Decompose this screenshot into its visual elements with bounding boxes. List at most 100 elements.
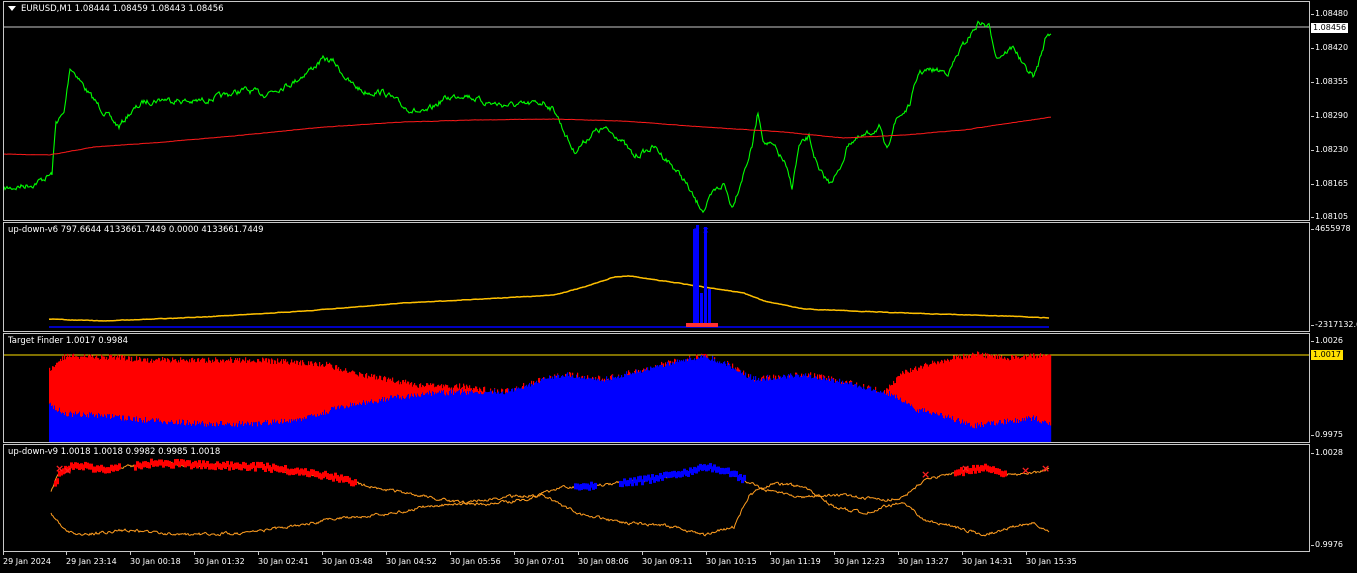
price-chart-svg <box>4 20 1309 214</box>
target-red-bar <box>582 375 584 379</box>
ind3-axis-top: 1.0028 <box>1311 448 1343 457</box>
target-red-bar <box>732 363 734 369</box>
target-red-bar <box>828 375 830 378</box>
time-axis-label: 30 Jan 13:27 <box>898 552 949 566</box>
ind1-axis-bottom: -2317132.6 <box>1310 320 1357 330</box>
target-finder-title: Target Finder 1.0017 0.9984 <box>8 336 129 346</box>
oscillator-line <box>48 275 1050 322</box>
target-red-bar <box>618 374 620 376</box>
target-red-bar <box>763 375 765 379</box>
up-down-v6-axis[interactable]: 4655978 -2317132.6 <box>1310 222 1357 332</box>
target-red-bar <box>494 388 496 390</box>
price-axis-label: 1.08480 <box>1310 9 1349 18</box>
main-chart-title: EURUSD,M1 1.08444 1.08459 1.08443 1.0845… <box>8 4 224 14</box>
price-axis-label: 1.08105 <box>1310 212 1349 221</box>
main-chart-pane[interactable]: EURUSD,M1 1.08444 1.08459 1.08443 1.0845… <box>3 1 1310 221</box>
target-red-bar <box>595 377 597 379</box>
target-red-bar <box>572 372 574 376</box>
cross-signal-marker: × <box>63 464 72 477</box>
target-red-bar <box>1050 355 1052 426</box>
target-red-bar <box>554 374 556 376</box>
up-down-v9-pane[interactable]: up-down-v9 1.0018 1.0018 0.9982 0.9985 1… <box>3 444 1310 552</box>
time-axis-label: 30 Jan 09:11 <box>642 552 693 566</box>
down-line <box>50 481 1050 537</box>
spike-cross-marker: × <box>702 226 710 236</box>
target-red-bar <box>851 380 853 383</box>
cross-signal-marker: × <box>1041 462 1050 475</box>
target-red-bar <box>550 376 552 378</box>
target-red-bar <box>663 363 665 368</box>
time-axis-label: 30 Jan 07:01 <box>514 552 565 566</box>
target-level-badge: 1.0017 <box>1311 350 1343 360</box>
dropdown-triangle-icon[interactable] <box>8 6 16 11</box>
time-axis[interactable]: 29 Jan 2024 29 Jan 23:14 30 Jan 00:18 30… <box>0 552 1310 573</box>
up-down-v9-svg: ×× × × × × <box>50 458 1050 537</box>
time-axis-label: 30 Jan 11:19 <box>770 552 821 566</box>
target-red-bar <box>599 376 601 381</box>
price-axis-label: 1.08290 <box>1310 111 1349 120</box>
time-axis-label: 30 Jan 05:56 <box>450 552 501 566</box>
time-axis-label: 30 Jan 08:06 <box>578 552 629 566</box>
target-red-bar <box>863 383 865 387</box>
target-blue-bar <box>1050 425 1052 442</box>
time-axis-label: 30 Jan 04:52 <box>386 552 437 566</box>
time-axis-label: 30 Jan 10:15 <box>706 552 757 566</box>
target-red-bar <box>773 374 775 379</box>
target-red-bar <box>516 386 518 388</box>
up-down-v9-title: up-down-v9 1.0018 1.0018 0.9982 0.9985 1… <box>8 447 221 457</box>
moving-average-line <box>4 116 1052 156</box>
current-price-badge: 1.08456 <box>1311 23 1349 33</box>
time-axis-label: 30 Jan 00:18 <box>130 552 181 566</box>
target-red-bar <box>829 378 831 382</box>
main-price-axis[interactable]: 1.08480 1.08420 1.08355 1.08290 1.08230 … <box>1310 1 1357 221</box>
target-red-bar <box>689 355 691 358</box>
down-signal-dot <box>594 482 597 489</box>
time-axis-label: 29 Jan 2024 <box>3 552 51 566</box>
target-red-bar <box>743 370 745 376</box>
target-red-bar <box>484 386 486 393</box>
time-axis-label: 30 Jan 01:32 <box>194 552 245 566</box>
ind1-axis-top: 4655978 <box>1311 224 1351 233</box>
up-signal-dot <box>56 478 59 485</box>
target-red-bar <box>856 382 858 385</box>
up-down-v6-title: up-down-v6 797.6644 4133661.7449 0.0000 … <box>8 225 264 235</box>
target-red-bar <box>612 374 614 376</box>
target-red-bar <box>675 359 677 362</box>
spike-bar <box>693 229 696 327</box>
time-axis-label: 30 Jan 15:35 <box>1026 552 1077 566</box>
up-signal-dot <box>1004 470 1007 477</box>
target-red-bar <box>884 390 886 394</box>
ind2-axis-top: 1.0026 <box>1311 336 1343 345</box>
target-red-bar <box>821 374 823 381</box>
ind3-axis-bottom: 0.9976 <box>1311 540 1343 549</box>
target-red-bar <box>490 388 492 391</box>
target-red-bar <box>577 372 579 378</box>
spike-bar <box>704 227 707 327</box>
target-red-bar <box>714 357 716 360</box>
target-red-bar <box>826 378 828 380</box>
target-finder-pane[interactable]: Target Finder 1.0017 0.9984 <box>3 333 1310 443</box>
time-axis-label: 30 Jan 02:41 <box>258 552 309 566</box>
target-red-bar <box>502 389 504 392</box>
time-axis-label: 29 Jan 23:14 <box>66 552 117 566</box>
up-down-v9-axis[interactable]: 1.0028 0.9976 <box>1311 444 1357 552</box>
target-red-bar <box>707 356 709 358</box>
target-red-bar <box>875 386 877 390</box>
spike-bar <box>708 289 711 327</box>
target-red-bar <box>824 376 826 379</box>
price-axis-label: 1.08230 <box>1310 145 1349 154</box>
target-red-bar <box>701 353 703 355</box>
time-axis-label: 30 Jan 12:23 <box>834 552 885 566</box>
price-axis-label: 1.08355 <box>1310 77 1349 86</box>
spike-bar <box>700 293 703 327</box>
up-down-v6-pane[interactable]: up-down-v6 797.6644 4133661.7449 0.0000 … <box>3 222 1310 332</box>
time-axis-label: 30 Jan 14:31 <box>962 552 1013 566</box>
spike-base-marker <box>686 323 718 327</box>
down-signal-dot <box>743 474 746 481</box>
target-red-bar <box>670 360 672 364</box>
target-red-bar <box>796 372 798 375</box>
up-signal-dot <box>354 479 357 486</box>
target-red-bar <box>459 383 461 390</box>
spike-bar <box>696 225 699 327</box>
spike-cross-marker: × <box>693 226 701 236</box>
